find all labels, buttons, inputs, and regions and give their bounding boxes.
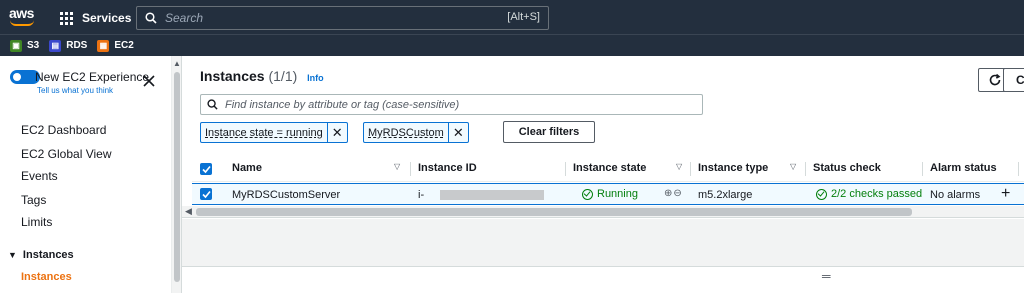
sidebar-item-limits[interactable]: Limits [21, 215, 52, 229]
ec2-icon: ▦ [97, 39, 110, 52]
column-divider [565, 162, 566, 176]
sidebar-group-instances[interactable]: ▼ Instances [8, 249, 74, 261]
clear-filters-button[interactable]: Clear filters [503, 121, 595, 143]
refresh-icon [989, 73, 1001, 86]
scroll-thumb[interactable] [196, 208, 912, 216]
sidebar-item-instances[interactable]: Instances [21, 271, 72, 283]
status-check-badge: 2/2 checks passed [816, 188, 922, 200]
column-header-instance-id[interactable]: Instance ID [418, 162, 477, 174]
top-navigation: aws Services Search [Alt+S] [0, 0, 1024, 34]
aws-logo[interactable]: aws [9, 5, 37, 29]
sort-icon[interactable]: ▽ [676, 162, 682, 171]
instance-type: m5.2xlarge [698, 189, 753, 201]
connect-button[interactable]: Co [1003, 68, 1024, 92]
column-divider [1018, 162, 1019, 176]
favorite-label: EC2 [114, 40, 134, 51]
filter-placeholder: Find instance by attribute or tag (case-… [225, 98, 460, 111]
check-circle-icon [816, 188, 827, 200]
filter-token-label: Instance state = running [205, 126, 323, 139]
table-header: Name ▽ Instance ID Instance state ▽ Inst… [192, 156, 1024, 182]
filter-token-name[interactable]: MyRDSCustom ✕ [363, 122, 469, 143]
feedback-link[interactable]: Tell us what you think [37, 86, 113, 95]
favorite-label: S3 [27, 40, 40, 51]
filter-token-state[interactable]: Instance state = running ✕ [200, 122, 348, 143]
split-panel-divider[interactable]: ═ [182, 266, 1024, 293]
column-divider [690, 162, 691, 176]
status-check-text: 2/2 checks passed [831, 188, 923, 200]
sidebar-scrollbar[interactable]: ▲ [172, 56, 182, 293]
table-horizontal-scrollbar[interactable]: ◀ [182, 206, 1024, 218]
check-icon [201, 165, 211, 173]
favorite-rds[interactable]: ▤ RDS [49, 39, 88, 52]
filter-token-label: MyRDSCustom [368, 126, 444, 139]
column-header-instance-type[interactable]: Instance type [698, 162, 768, 174]
grid-icon [60, 12, 74, 25]
drag-handle-icon[interactable]: ═ [822, 269, 831, 283]
info-link[interactable]: Info [307, 73, 324, 83]
column-divider [410, 162, 411, 176]
column-divider [922, 162, 923, 176]
select-all-checkbox[interactable] [200, 163, 212, 175]
search-icon [207, 99, 218, 110]
aws-logo-text: aws [9, 5, 34, 21]
search-shortcut: [Alt+S] [507, 11, 540, 23]
column-header-name[interactable]: Name [232, 162, 262, 174]
close-icon[interactable]: ✕ [447, 123, 468, 142]
add-alarm-icon[interactable]: + [1001, 185, 1010, 203]
search-placeholder: Search [165, 11, 204, 25]
instance-name: MyRDSCustomServer [232, 189, 341, 201]
sidebar-item-events[interactable]: Events [21, 169, 58, 183]
sidebar-group-label: Instances [22, 249, 74, 261]
table-row[interactable]: MyRDSCustomServer i- Running ⊕⊖ m5.2xlar… [192, 183, 1024, 205]
check-circle-icon [582, 188, 593, 200]
column-divider [805, 162, 806, 176]
alarm-status: No alarms [930, 189, 981, 201]
services-menu-button[interactable]: Services [60, 8, 131, 28]
redacted-instance-id [440, 190, 544, 200]
toggle-knob [13, 73, 21, 81]
main-content: Instances (1/1) Info Co Find instance by… [182, 56, 1024, 293]
global-search-input[interactable]: Search [Alt+S] [136, 6, 549, 30]
sidebar-item-ec2-dashboard[interactable]: EC2 Dashboard [21, 123, 106, 137]
services-label: Services [82, 11, 132, 25]
instance-filter-input[interactable]: Find instance by attribute or tag (case-… [200, 94, 703, 115]
scroll-thumb[interactable] [174, 72, 180, 282]
favorite-label: RDS [66, 40, 88, 51]
rds-icon: ▤ [49, 39, 62, 52]
favorite-s3[interactable]: ▣ S3 [10, 39, 40, 52]
check-icon [201, 190, 211, 198]
favorites-bar: ▣ S3 ▤ RDS ▦ EC2 [0, 34, 1024, 56]
experience-title: New EC2 Experience [35, 70, 150, 84]
panel-header: Instances (1/1) Info [200, 68, 324, 84]
scroll-up-icon[interactable]: ▲ [173, 59, 181, 68]
sidebar-item-ec2-global-view[interactable]: EC2 Global View [21, 147, 112, 161]
column-header-status-check[interactable]: Status check [813, 162, 881, 174]
sort-icon[interactable]: ▽ [790, 162, 796, 171]
s3-icon: ▣ [10, 39, 22, 52]
instance-id-link[interactable]: i- [418, 189, 424, 201]
instance-state-text: Running [597, 188, 638, 200]
sort-icon[interactable]: ▽ [394, 162, 400, 171]
close-icon[interactable]: ✕ [326, 123, 347, 142]
caret-down-icon: ▼ [8, 250, 17, 260]
table-empty-area [182, 219, 1024, 266]
instance-count: (1/1) [268, 68, 298, 84]
favorite-ec2[interactable]: ▦ EC2 [97, 39, 134, 52]
page-title: Instances [200, 68, 265, 84]
row-checkbox[interactable] [200, 188, 212, 200]
aws-smile-icon [10, 20, 34, 26]
sidebar: New EC2 Experience Tell us what you thin… [0, 56, 172, 293]
sidebar-item-tags[interactable]: Tags [21, 193, 46, 207]
instance-state-badge: Running [582, 188, 638, 200]
column-header-instance-state[interactable]: Instance state [573, 162, 646, 174]
scroll-left-icon[interactable]: ◀ [185, 206, 192, 217]
search-icon [145, 12, 157, 24]
column-header-alarm-status[interactable]: Alarm status [930, 162, 997, 174]
zoom-icons[interactable]: ⊕⊖ [664, 188, 683, 199]
close-icon[interactable] [143, 75, 155, 87]
